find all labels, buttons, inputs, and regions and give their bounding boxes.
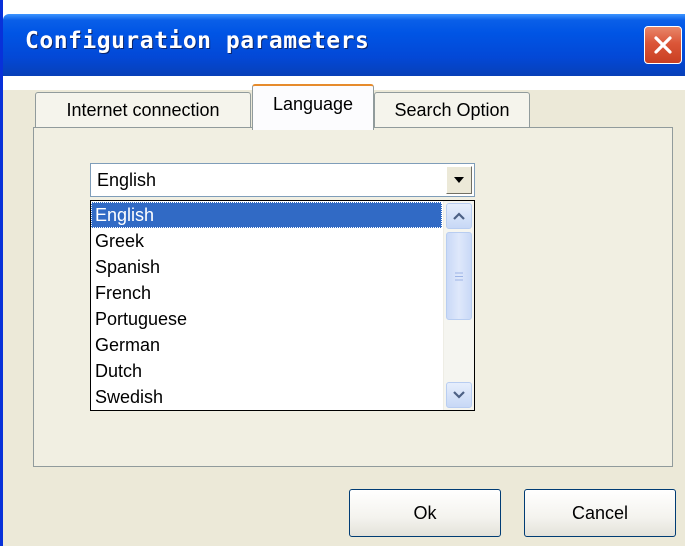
combobox-value: English (97, 170, 157, 190)
list-item-french[interactable]: French (91, 280, 442, 306)
language-options: English Greek Spanish French Portuguese … (91, 202, 442, 410)
window-title: Configuration parameters (25, 28, 370, 54)
chevron-up-icon (453, 212, 465, 220)
tab-label: Search Option (394, 100, 510, 120)
tab-internet-connection[interactable]: Internet connection (35, 92, 251, 128)
vertical-scrollbar[interactable] (443, 201, 474, 410)
list-item-german[interactable]: German (91, 332, 442, 358)
grip-icon (455, 272, 463, 280)
scroll-up-button[interactable] (446, 203, 472, 229)
tab-label: Internet connection (66, 100, 220, 120)
list-item-greek[interactable]: Greek (91, 228, 442, 254)
language-combobox[interactable]: English (90, 163, 475, 197)
tab-label: Language (272, 93, 354, 114)
combobox-dropdown-button[interactable] (446, 166, 472, 194)
scrollbar-thumb[interactable] (446, 232, 472, 320)
tab-search-option[interactable]: Search Option (374, 92, 530, 128)
list-item-english[interactable]: English (91, 202, 442, 228)
cancel-button-label: Cancel (571, 502, 629, 523)
list-item-spanish[interactable]: Spanish (91, 254, 442, 280)
cancel-button[interactable]: Cancel (524, 489, 676, 537)
tab-language[interactable]: Language (252, 84, 374, 130)
close-button[interactable] (644, 26, 682, 64)
close-icon (654, 36, 672, 54)
list-item-swedish[interactable]: Swedish (91, 384, 442, 410)
title-bar[interactable]: Configuration parameters (3, 0, 685, 90)
config-dialog: Configuration parameters Internet connec… (0, 0, 685, 546)
list-item-portuguese[interactable]: Portuguese (91, 306, 442, 332)
scroll-down-button[interactable] (446, 382, 472, 408)
language-dropdown-list[interactable]: English Greek Spanish French Portuguese … (90, 200, 475, 411)
ok-button-label: Ok (413, 502, 437, 523)
ok-button[interactable]: Ok (349, 489, 501, 537)
chevron-down-icon (453, 391, 465, 399)
chevron-down-icon (454, 177, 464, 183)
list-item-dutch[interactable]: Dutch (91, 358, 442, 384)
